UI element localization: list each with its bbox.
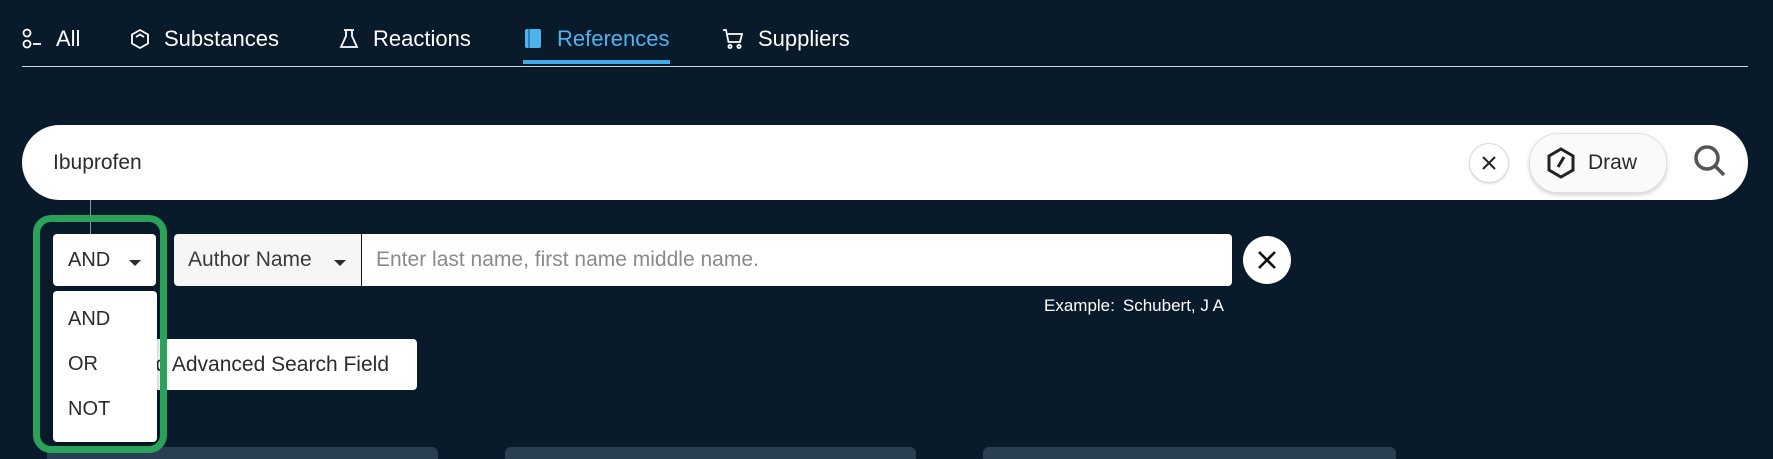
close-icon — [1258, 251, 1276, 269]
book-icon — [525, 29, 541, 48]
tab-substances-label: Substances — [164, 26, 279, 51]
tab-reactions-label: Reactions — [373, 26, 471, 51]
draw-structure-icon — [1547, 147, 1575, 179]
field-type-value: Author Name — [188, 248, 312, 271]
add-field-label: Add Advanced Search Field — [148, 352, 389, 376]
tab-references[interactable]: References — [523, 14, 670, 64]
example-value: Schubert, J A — [1122, 296, 1224, 315]
example-label: Example: — [1044, 296, 1115, 315]
tab-substances[interactable]: Substances — [130, 14, 279, 64]
draw-button[interactable]: Draw — [1529, 133, 1667, 193]
tab-references-label: References — [557, 26, 670, 51]
tab-suppliers-label: Suppliers — [758, 26, 850, 51]
tab-all[interactable]: All — [22, 14, 80, 64]
result-card — [505, 447, 916, 459]
remove-field-button[interactable] — [1243, 236, 1291, 284]
add-advanced-field-button[interactable]: Add Advanced Search Field — [148, 339, 417, 390]
search-bar: Ibuprofen Draw — [22, 125, 1748, 200]
search-button[interactable] — [1692, 143, 1728, 184]
all-icon — [22, 28, 41, 49]
author-name-input[interactable] — [362, 234, 1232, 286]
search-input[interactable]: Ibuprofen — [53, 125, 142, 200]
cart-icon — [723, 29, 744, 49]
highlight-box — [33, 215, 167, 453]
chevron-down-icon — [334, 260, 346, 266]
tab-reactions[interactable]: Reactions — [339, 14, 471, 64]
tab-all-label: All — [56, 26, 81, 51]
search-icon — [1694, 145, 1726, 177]
clear-search-button[interactable] — [1469, 143, 1509, 183]
hexagon-icon — [131, 28, 149, 50]
draw-button-label: Draw — [1588, 151, 1638, 174]
field-type-select[interactable]: Author Name — [174, 234, 361, 286]
search-type-tabs: All Substances Reactions References Supp… — [22, 0, 1748, 67]
flask-icon — [339, 29, 359, 48]
close-icon — [1482, 156, 1496, 170]
tab-suppliers[interactable]: Suppliers — [722, 14, 850, 64]
result-card — [983, 447, 1396, 459]
example-hint: Example: Schubert, J A — [1044, 296, 1224, 316]
